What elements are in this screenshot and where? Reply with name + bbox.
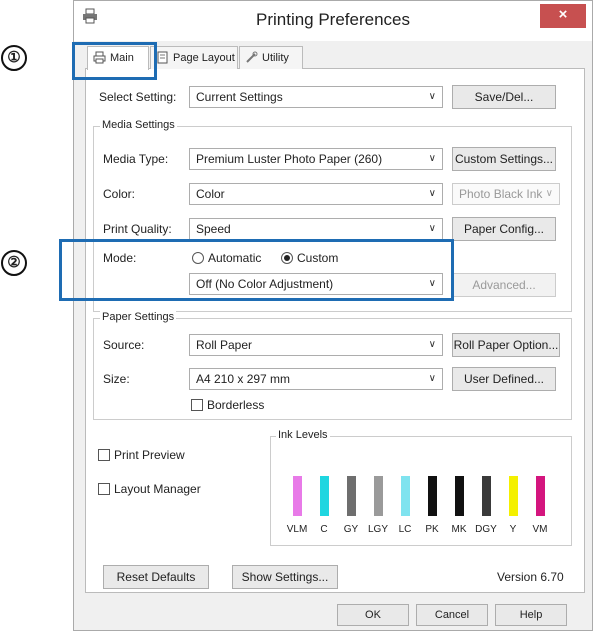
chevron-down-icon: ∨ xyxy=(428,91,436,102)
ink-bar-mk xyxy=(455,476,464,516)
media-type-dropdown[interactable]: Premium Luster Photo Paper (260) ∨ xyxy=(189,148,443,170)
print-preview-label: Print Preview xyxy=(114,448,185,462)
wrench-icon xyxy=(246,51,258,63)
ink-bar-y xyxy=(509,476,518,516)
callout-2: ② xyxy=(1,250,27,276)
size-dropdown[interactable]: A4 210 x 297 mm ∨ xyxy=(189,368,443,390)
close-button[interactable]: × xyxy=(540,4,586,28)
source-dropdown[interactable]: Roll Paper ∨ xyxy=(189,334,443,356)
ink-label-lc: LC xyxy=(398,524,412,535)
help-button[interactable]: Help xyxy=(495,604,567,626)
black-ink-value: Photo Black Ink xyxy=(459,187,543,201)
callout-1-highlight xyxy=(72,42,157,80)
show-settings-button[interactable]: Show Settings... xyxy=(232,565,338,589)
chevron-down-icon: ∨ xyxy=(428,153,436,164)
size-value: A4 210 x 297 mm xyxy=(196,372,291,386)
cancel-button[interactable]: Cancel xyxy=(416,604,488,626)
paper-config-button[interactable]: Paper Config... xyxy=(452,217,556,241)
color-dropdown[interactable]: Color ∨ xyxy=(189,183,443,205)
ink-label-c: C xyxy=(320,524,328,535)
user-defined-button[interactable]: User Defined... xyxy=(452,367,556,391)
callout-1: ① xyxy=(1,45,27,71)
select-setting-value: Current Settings xyxy=(196,90,283,104)
ink-bar-lc xyxy=(401,476,410,516)
select-setting-label: Select Setting: xyxy=(99,90,177,104)
ink-label-lgy: LGY xyxy=(367,524,388,535)
paper-settings-label: Paper Settings xyxy=(100,311,177,323)
chevron-down-icon: ∨ xyxy=(428,373,436,384)
ink-bar-lgy xyxy=(374,476,383,516)
ink-label-vlm: VLM xyxy=(286,524,308,535)
ink-bar-pk xyxy=(428,476,437,516)
reset-defaults-button[interactable]: Reset Defaults xyxy=(103,565,209,589)
select-setting-dropdown[interactable]: Current Settings ∨ xyxy=(189,86,443,108)
tab-utility-label: Utility xyxy=(262,52,289,64)
tab-utility[interactable]: Utility xyxy=(239,46,303,69)
source-value: Roll Paper xyxy=(196,338,253,352)
window-title: Printing Preferences xyxy=(255,10,411,29)
chevron-down-icon: ∨ xyxy=(428,223,436,234)
ink-label-y: Y xyxy=(509,524,517,535)
version-label: Version 6.70 xyxy=(497,570,564,584)
tab-page-layout-label: Page Layout xyxy=(173,52,235,64)
layout-manager-checkbox[interactable] xyxy=(98,483,110,495)
chevron-down-icon: ∨ xyxy=(545,188,553,199)
ink-label-pk: PK xyxy=(425,524,439,535)
black-ink-dropdown[interactable]: Photo Black Ink ∨ xyxy=(452,183,560,205)
source-label: Source: xyxy=(103,338,145,352)
roll-paper-option-button[interactable]: Roll Paper Option... xyxy=(452,333,560,357)
custom-settings-button[interactable]: Custom Settings... xyxy=(452,147,556,171)
print-quality-dropdown[interactable]: Speed ∨ xyxy=(189,218,443,240)
ok-button[interactable]: OK xyxy=(337,604,409,626)
print-quality-label: Print Quality: xyxy=(103,222,172,236)
ink-label-vm: VM xyxy=(532,524,548,535)
borderless-checkbox[interactable] xyxy=(191,399,203,411)
layout-manager-label: Layout Manager xyxy=(114,482,201,496)
media-settings-label: Media Settings xyxy=(100,119,177,131)
media-type-label: Media Type: xyxy=(103,152,169,166)
chevron-down-icon: ∨ xyxy=(428,188,436,199)
ink-bar-vlm xyxy=(293,476,302,516)
ink-levels-panel: VLM C GY LGY LC PK MK DGY Y VM xyxy=(270,436,572,546)
print-quality-value: Speed xyxy=(196,222,231,236)
callout-2-highlight xyxy=(59,239,454,301)
ink-bar-gy xyxy=(347,476,356,516)
ink-label-dgy: DGY xyxy=(475,524,497,535)
color-label: Color: xyxy=(103,187,136,201)
ink-bar-vm xyxy=(536,476,545,516)
color-value: Color xyxy=(196,187,225,201)
advanced-button[interactable]: Advanced... xyxy=(452,273,556,297)
tab-page-layout[interactable]: Page Layout xyxy=(150,46,238,69)
ink-label-gy: GY xyxy=(343,524,359,535)
print-preview-checkbox[interactable] xyxy=(98,449,110,461)
size-label: Size: xyxy=(103,372,130,386)
ink-bar-c xyxy=(320,476,329,516)
save-del-button[interactable]: Save/Del... xyxy=(452,85,556,109)
ink-bar-dgy xyxy=(482,476,491,516)
ink-label-mk: MK xyxy=(451,524,467,535)
chevron-down-icon: ∨ xyxy=(428,339,436,350)
page-layout-icon xyxy=(157,51,168,64)
media-type-value: Premium Luster Photo Paper (260) xyxy=(196,152,383,166)
borderless-label: Borderless xyxy=(207,398,265,412)
